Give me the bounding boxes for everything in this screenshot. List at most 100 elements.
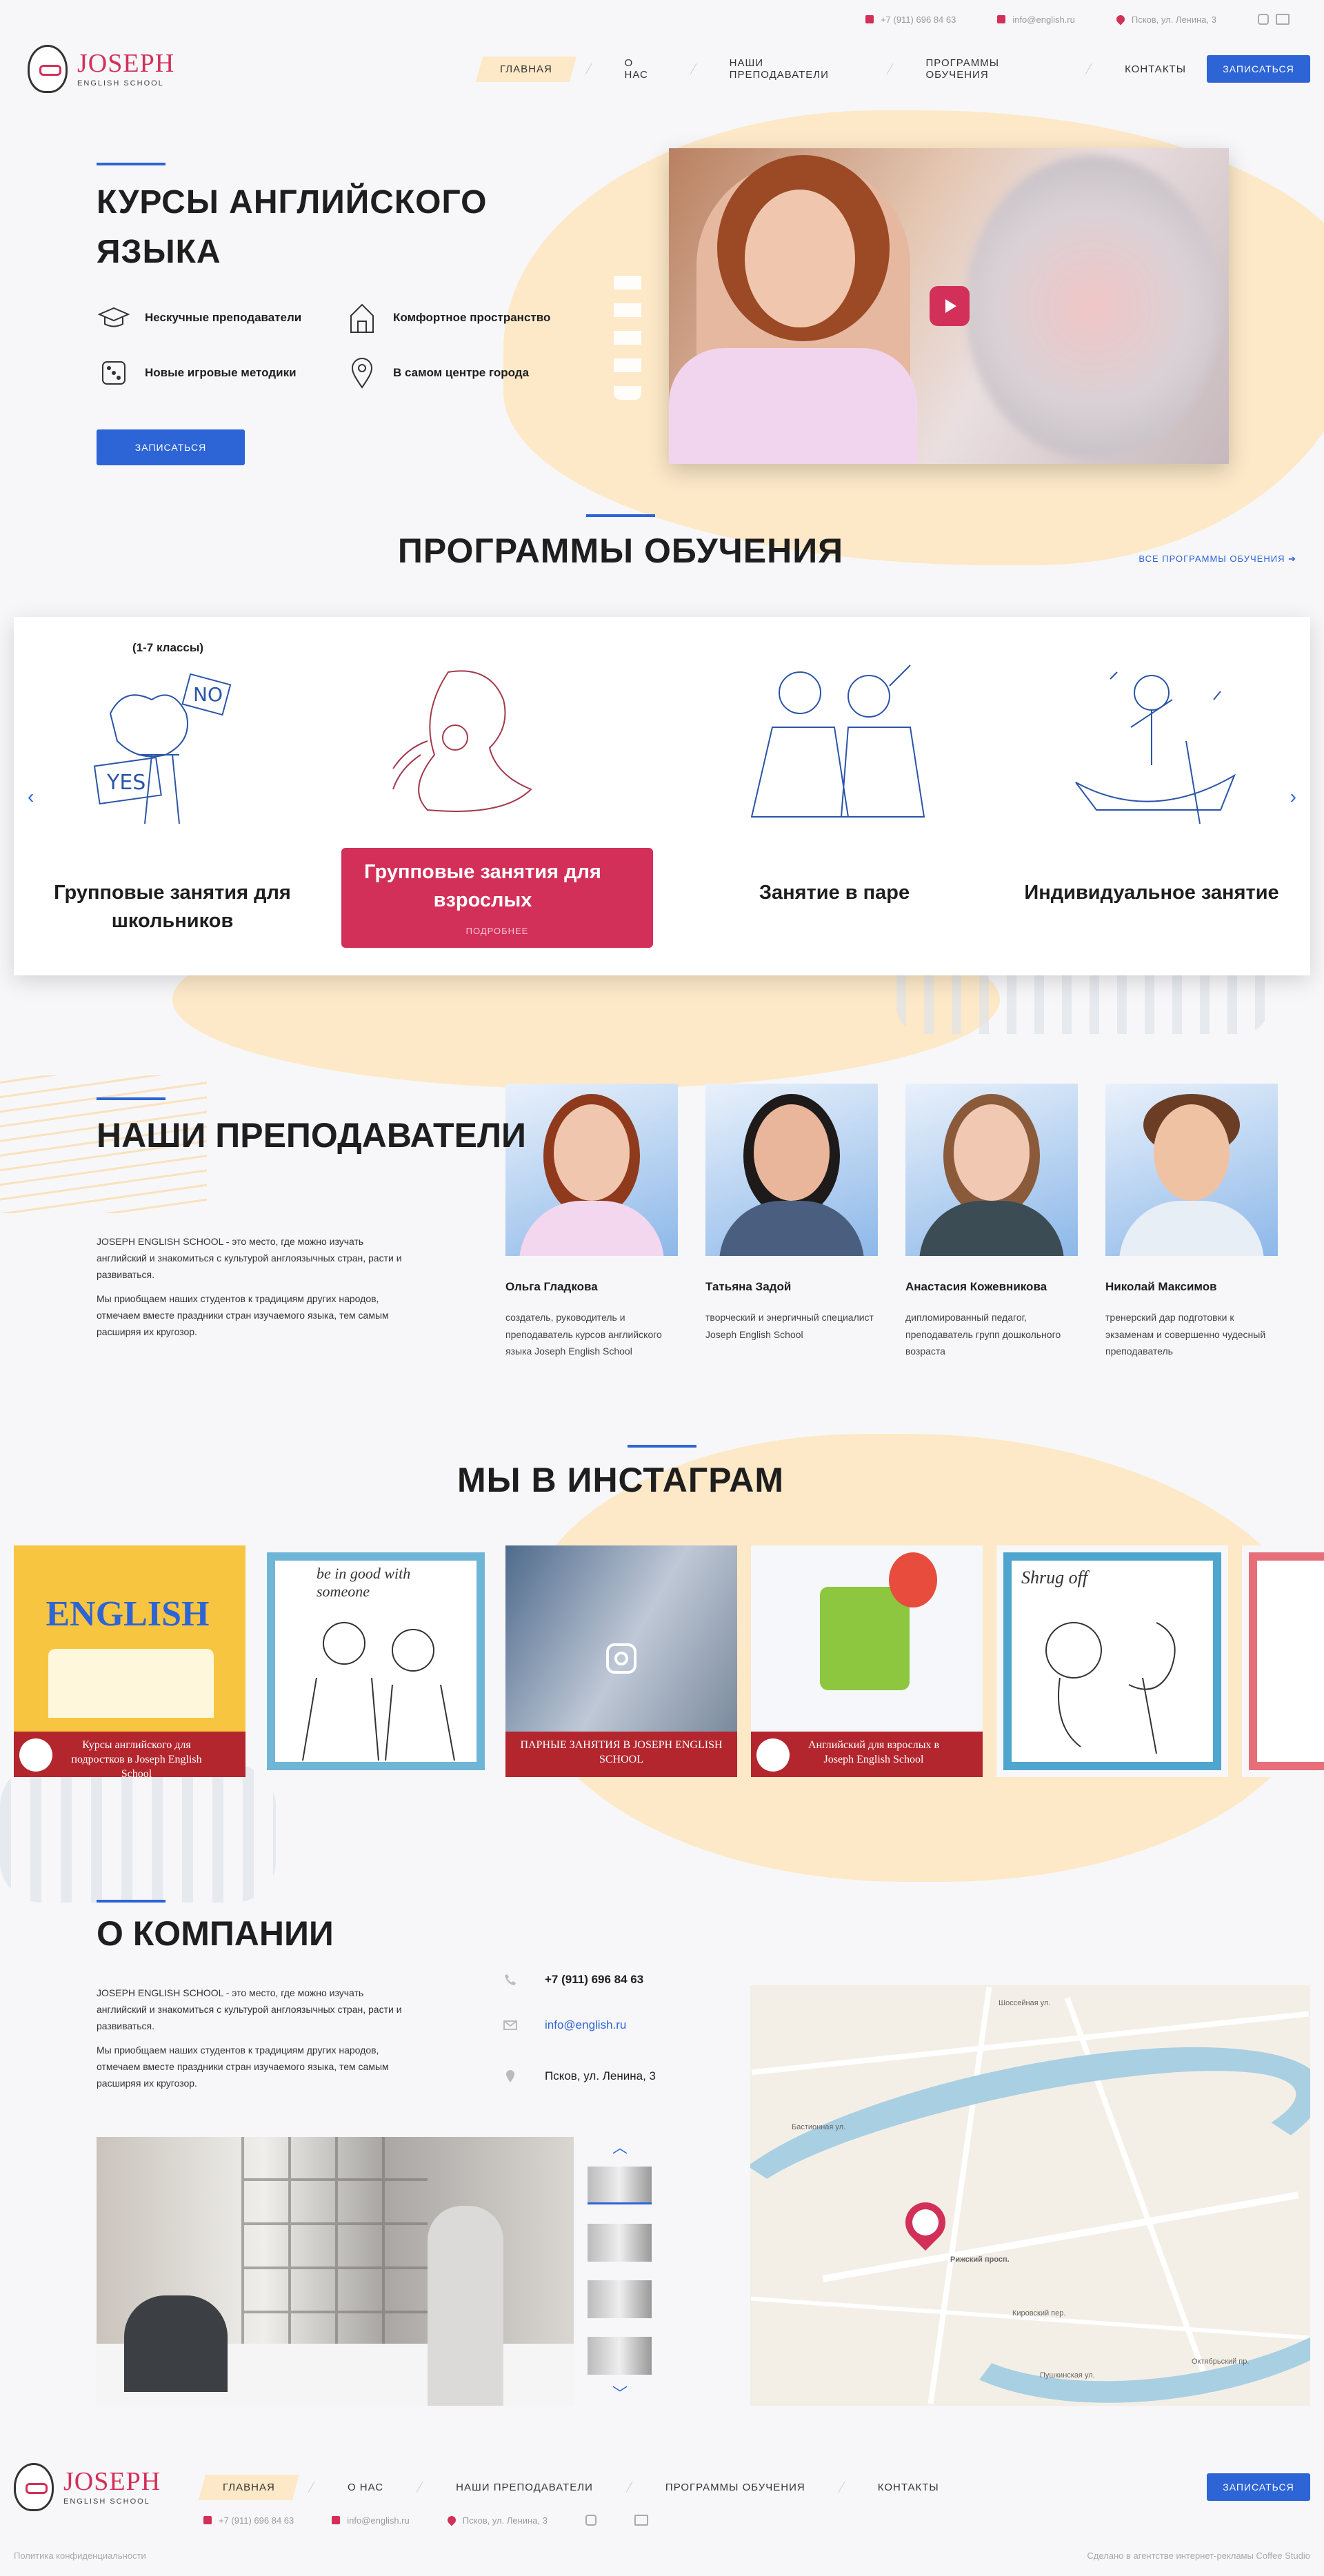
- program-card[interactable]: Индивидуальное занятие: [993, 617, 1310, 975]
- map-street-label: Рижский просп.: [950, 2255, 1010, 2264]
- location-pin-icon: [445, 2514, 458, 2526]
- nav-contacts[interactable]: Контакты: [1104, 57, 1207, 82]
- suitcase-illustration: [820, 1587, 910, 1690]
- top-phone[interactable]: +7 (911) 696 84 63: [865, 14, 956, 25]
- instagram-icon[interactable]: [585, 2515, 596, 2526]
- school-photo: [97, 2137, 574, 2406]
- location-map[interactable]: Шоссейная ул. Рижский просп. Октябрьский…: [750, 1985, 1310, 2406]
- programs-title: Программы обучения: [397, 531, 844, 570]
- program-sketch-individual: [1075, 671, 1236, 824]
- graduation-cap-icon: [97, 301, 131, 335]
- signup-button-header[interactable]: Записаться: [1207, 55, 1310, 83]
- program-card-active[interactable]: Групповые занятия для взрослых Подробнее: [310, 617, 653, 975]
- nav-teachers[interactable]: Наши преподаватели: [435, 2475, 614, 2500]
- footer-nav: Главная О нас Наши преподаватели Програм…: [199, 2474, 960, 2500]
- about-address: Псков, ул. Ленина, 3: [503, 2069, 656, 2083]
- teacher-figure: [428, 2206, 503, 2406]
- logo[interactable]: JOSEPH ENGLISH SCHOOL: [28, 45, 452, 93]
- logo-portrait-icon: [14, 2463, 54, 2511]
- program-sketch-adults: [392, 670, 532, 812]
- post-frame: Shrug off: [1003, 1552, 1221, 1770]
- teacher-photo: [1105, 1084, 1278, 1256]
- footer-email[interactable]: info@english.ru: [332, 2515, 410, 2526]
- signup-button-hero[interactable]: Записаться: [97, 429, 245, 465]
- teacher-card[interactable]: Николай Максимов тренерский дар подготов…: [1105, 1084, 1278, 1360]
- vk-icon[interactable]: [1276, 14, 1290, 25]
- mail-icon: [503, 2018, 517, 2032]
- photo-thumbnail[interactable]: [588, 2280, 652, 2318]
- instagram-post[interactable]: be in good with someone: [260, 1545, 492, 1777]
- feature-item: Новые игровые методики: [97, 356, 345, 390]
- chevron-down-icon[interactable]: ﹀: [612, 2382, 628, 2404]
- program-card[interactable]: Занятие в паре: [676, 617, 993, 975]
- nav-teachers[interactable]: Наши преподаватели: [709, 50, 874, 88]
- instagram-icon[interactable]: [1258, 14, 1269, 25]
- school-logo-badge: [19, 1738, 52, 1772]
- dice-icon: [97, 356, 131, 390]
- instagram-post[interactable]: Английский для взрослых в Joseph English…: [751, 1545, 983, 1777]
- program-sketch-pair: [750, 665, 925, 818]
- hero-features: Нескучные преподаватели Комфортное прост…: [97, 301, 593, 390]
- footer-phone[interactable]: +7 (911) 696 84 63: [203, 2515, 294, 2526]
- map-street-label: Октябрьский пр.: [1192, 2357, 1250, 2366]
- map-street-label: Шоссейная ул.: [999, 1999, 1051, 2007]
- phone-icon: [203, 2516, 212, 2524]
- teachers-paragraph: JOSEPH ENGLISH SCHOOL - это место, где м…: [97, 1236, 402, 1280]
- privacy-policy-link[interactable]: Политика конфиденциальности: [14, 2550, 146, 2561]
- photo-thumbnail[interactable]: [588, 2167, 652, 2204]
- all-programs-link[interactable]: Все программы обучения ➔: [1139, 554, 1296, 565]
- about-title: О компании: [97, 1914, 334, 1953]
- program-name: Групповые занятия для школьников: [54, 882, 291, 932]
- phone-icon: [865, 15, 874, 23]
- nav-divider: [416, 2481, 423, 2493]
- nav-divider: [308, 2481, 315, 2493]
- post-art-text: Shrug off: [1021, 1568, 1088, 1588]
- program-card[interactable]: (1-7 классы) NO YES Групповые занятия дл…: [14, 617, 331, 975]
- footer-contacts: +7 (911) 696 84 63 info@english.ru Псков…: [203, 2514, 648, 2526]
- program-more-link[interactable]: Подробнее: [341, 926, 653, 936]
- instagram-post[interactable]: ENGLISH Курсы английского для подростков…: [14, 1545, 245, 1777]
- teacher-description: тренерский дар подготовки к экзаменам и …: [1105, 1312, 1266, 1357]
- nav-programs[interactable]: Программы обучения: [905, 50, 1074, 88]
- teacher-name: Татьяна Задой: [705, 1280, 792, 1293]
- vk-icon[interactable]: [634, 2515, 648, 2526]
- hero-video[interactable]: [669, 148, 1229, 464]
- post-art-text: ENGLISH: [46, 1594, 210, 1634]
- about-phone[interactable]: +7 (911) 696 84 63: [503, 1973, 643, 1987]
- instagram-accent-line: [628, 1445, 696, 1448]
- nav-about[interactable]: О нас: [327, 2475, 404, 2500]
- instagram-post-partial[interactable]: [1242, 1545, 1324, 1777]
- phone-icon: [503, 1973, 517, 1987]
- photo-thumbnail[interactable]: [588, 2224, 652, 2262]
- teacher-card[interactable]: Татьяна Задой творческий и энергичный сп…: [705, 1084, 878, 1343]
- instagram-post[interactable]: Shrug off: [996, 1545, 1228, 1777]
- post-caption: ПАРНЫЕ ЗАНЯТИЯ В JOSEPH ENGLISH SCHOOL: [505, 1732, 737, 1777]
- mail-icon: [997, 15, 1006, 23]
- about-email[interactable]: info@english.ru: [503, 2018, 626, 2032]
- teacher-description: творческий и энергичный специалист Josep…: [705, 1312, 874, 1340]
- chevron-up-icon[interactable]: ︿: [612, 2136, 628, 2158]
- nav-home[interactable]: Главная: [199, 2474, 299, 2500]
- nav-about[interactable]: О нас: [604, 50, 678, 88]
- footer-logo[interactable]: JOSEPH ENGLISH SCHOOL: [14, 2463, 161, 2511]
- signup-button-footer[interactable]: Записаться: [1207, 2473, 1310, 2501]
- top-address: Псков, ул. Ленина, 3: [1114, 13, 1216, 26]
- play-icon[interactable]: [930, 286, 970, 326]
- map-street-label: Бастионная ул.: [792, 2123, 846, 2131]
- map-street-label: Кировский пер.: [1012, 2309, 1066, 2318]
- nav-divider: [690, 63, 697, 75]
- about-accent-line: [97, 1900, 166, 1903]
- logo-subtitle: ENGLISH SCHOOL: [63, 2497, 150, 2506]
- photo-thumbnail[interactable]: [588, 2337, 652, 2375]
- nav-home[interactable]: Главная: [475, 56, 576, 82]
- nav-contacts[interactable]: Контакты: [857, 2475, 960, 2500]
- nav-programs[interactable]: Программы обучения: [645, 2475, 826, 2500]
- agency-credit-link[interactable]: Сделано в агентстве интернет-рекламы Cof…: [1087, 2550, 1310, 2561]
- main-nav: Главная О нас Наши преподаватели Програм…: [475, 50, 1207, 88]
- top-email[interactable]: info@english.ru: [997, 14, 1075, 25]
- mail-icon: [332, 2516, 341, 2524]
- instagram-post[interactable]: ПАРНЫЕ ЗАНЯТИЯ В JOSEPH ENGLISH SCHOOL: [505, 1545, 737, 1777]
- teacher-card[interactable]: Анастасия Кожевникова дипломированный пе…: [905, 1084, 1078, 1360]
- instagram-icon: [606, 1643, 636, 1674]
- teacher-card[interactable]: Ольга Гладкова создатель, руководитель и…: [505, 1084, 678, 1360]
